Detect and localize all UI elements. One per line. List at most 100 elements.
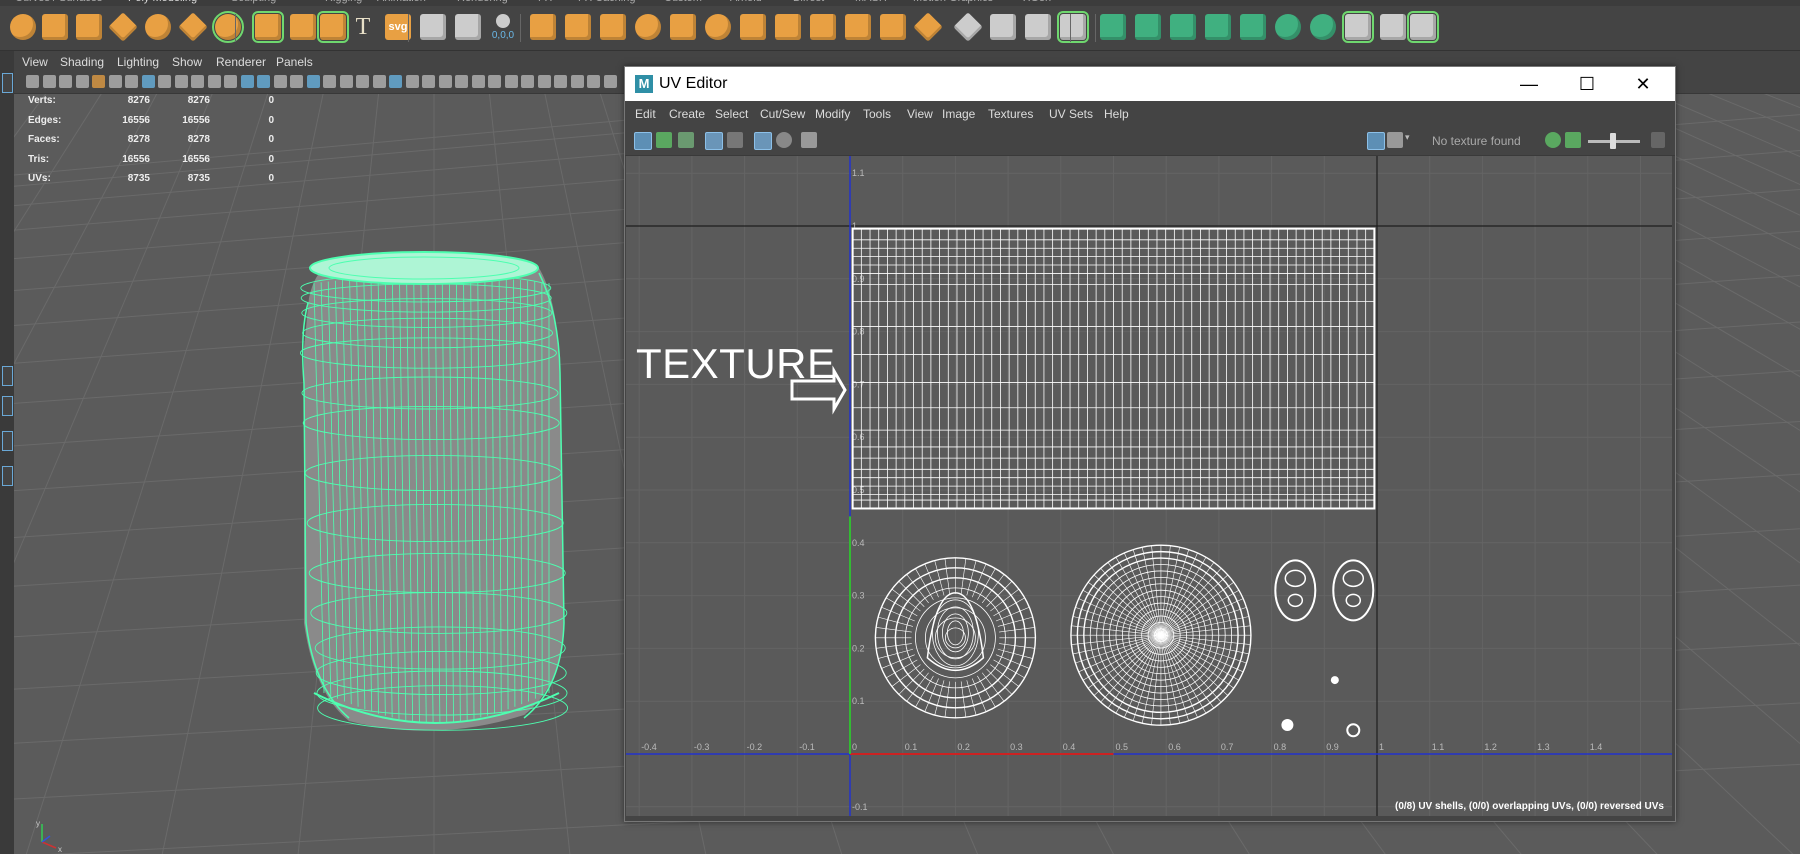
target-weld-icon[interactable] <box>1057 11 1089 43</box>
cylinder-icon[interactable] <box>76 14 102 40</box>
soft-select-icon[interactable] <box>455 14 481 40</box>
platonic-icon[interactable] <box>252 11 284 43</box>
smooth-icon[interactable] <box>635 14 661 40</box>
viewport-tool-icon[interactable] <box>356 75 369 88</box>
uv-border-icon[interactable] <box>678 132 694 148</box>
viewport-tool-icon[interactable] <box>273 75 287 88</box>
viewport-tool-icon[interactable] <box>26 75 39 88</box>
maximize-button[interactable]: ☐ <box>1559 69 1615 99</box>
layout-button-4[interactable] <box>2 466 13 486</box>
uv-shade-icon[interactable] <box>776 132 792 148</box>
auto-map-icon[interactable] <box>1310 14 1336 40</box>
viewport-menu-renderer[interactable]: Renderer <box>216 55 266 69</box>
image-display-icon[interactable] <box>1367 132 1385 150</box>
viewport-tool-icon[interactable] <box>587 75 600 88</box>
viewport-tool-icon[interactable] <box>438 75 452 88</box>
viewport-tool-icon[interactable] <box>141 75 155 88</box>
connect-icon[interactable] <box>1100 14 1126 40</box>
exposure-icon[interactable] <box>1545 132 1561 148</box>
viewport-tool-icon[interactable] <box>158 75 171 88</box>
viewport-tool-icon[interactable] <box>455 75 468 88</box>
viewport-tool-icon[interactable] <box>422 75 435 88</box>
viewport-tool-icon[interactable] <box>521 75 534 88</box>
sphere-icon[interactable] <box>10 14 36 40</box>
uv-layout[interactable]: 5-0.4-0.3-0.2-0.100.10.20.30.40.50.60.70… <box>626 156 1672 816</box>
viewport-tool-icon[interactable] <box>174 75 188 88</box>
cut-uv-icon[interactable] <box>1380 14 1406 40</box>
uv-menu-image[interactable]: Image <box>942 107 975 121</box>
uv-grid-icon[interactable] <box>705 132 723 150</box>
uv-menu-textures[interactable]: Textures <box>988 107 1033 121</box>
uv-pixel-icon[interactable] <box>754 132 772 150</box>
edge-loop-icon[interactable] <box>990 14 1016 40</box>
viewport-tool-icon[interactable] <box>257 75 270 88</box>
shelf-tab[interactable]: Bifrost <box>793 0 824 4</box>
shelf-tab[interactable]: Custom <box>664 0 702 4</box>
extract-icon[interactable] <box>600 14 626 40</box>
viewport-tool-icon[interactable] <box>471 75 485 88</box>
viewport-tool-icon[interactable] <box>339 75 353 88</box>
viewport-tool-icon[interactable] <box>504 75 518 88</box>
shelf-tab[interactable]: Sculpting <box>231 0 276 4</box>
shelf-tab[interactable]: Arnold <box>730 0 762 4</box>
uv-editor-titlebar[interactable]: M UV Editor — ☐ ✕ <box>625 67 1675 101</box>
viewport-menu-lighting[interactable]: Lighting <box>117 55 159 69</box>
uv-menu-help[interactable]: Help <box>1104 107 1129 121</box>
viewport-tool-icon[interactable] <box>92 75 105 88</box>
viewport-tool-icon[interactable] <box>290 75 303 88</box>
layout-button-1[interactable] <box>2 366 13 386</box>
combine-icon[interactable] <box>530 14 556 40</box>
soda-can-mesh[interactable] <box>299 251 569 731</box>
uv-canvas[interactable]: 5-0.4-0.3-0.2-0.100.10.20.30.40.50.60.70… <box>626 156 1672 816</box>
shelf-tab[interactable]: FX Caching <box>578 0 635 4</box>
shelf-tab[interactable]: FX <box>538 0 552 4</box>
fill-hole-icon[interactable] <box>810 14 836 40</box>
shelf-tab[interactable]: Rendering <box>457 0 508 4</box>
uv-menu-modify[interactable]: Modify <box>815 107 850 121</box>
checker-display-icon[interactable] <box>1387 132 1403 148</box>
type-icon[interactable]: T <box>350 14 376 40</box>
uv-shell-body[interactable] <box>851 227 1376 510</box>
viewport-tool-icon[interactable] <box>389 75 402 88</box>
spherical-map-icon[interactable] <box>1275 14 1301 40</box>
sweep-mesh-icon[interactable] <box>317 11 349 43</box>
image-ratio-icon[interactable] <box>1565 132 1581 148</box>
viewport-tool-icon[interactable] <box>191 75 204 88</box>
viewport-tool-icon[interactable] <box>125 75 138 88</box>
boolean-icon[interactable] <box>670 14 696 40</box>
viewport-menu-panels[interactable]: Panels <box>276 55 313 69</box>
viewport-tool-icon[interactable] <box>570 75 584 88</box>
shelf-tab[interactable]: Animation <box>377 0 426 4</box>
uv-menu-view[interactable]: View <box>907 107 933 121</box>
uv-shell-dot-c[interactable] <box>1346 723 1361 738</box>
uv-shell-pulltab-a[interactable] <box>1274 559 1317 622</box>
uv-slider-knob[interactable] <box>1610 133 1616 149</box>
super-shape-icon[interactable] <box>290 14 316 40</box>
uv-menu-select[interactable]: Select <box>715 107 748 121</box>
average-icon[interactable] <box>705 14 731 40</box>
uv-shell-dot-b[interactable] <box>1281 718 1294 731</box>
shelf-tab[interactable]: Rigging <box>325 0 362 4</box>
bridge-icon[interactable] <box>740 14 766 40</box>
cube-icon[interactable] <box>42 14 68 40</box>
shelf-tab[interactable]: Motion Graphics <box>913 0 993 4</box>
uv-menu-uv-sets[interactable]: UV Sets <box>1049 107 1093 121</box>
viewport-tool-icon[interactable] <box>372 75 386 88</box>
close-button[interactable]: ✕ <box>1615 69 1671 99</box>
minimize-button[interactable]: — <box>1501 69 1557 99</box>
torus-icon[interactable] <box>145 14 171 40</box>
uv-editor-icon[interactable] <box>1170 14 1196 40</box>
uv-shell-dot-a[interactable] <box>1330 676 1339 685</box>
cylindrical-map-icon[interactable] <box>1240 14 1266 40</box>
wedge-icon[interactable] <box>913 12 943 42</box>
viewport-tool-icon[interactable] <box>59 75 72 88</box>
shelf-tab[interactable]: Curves / Surfaces <box>15 0 102 4</box>
shelf-tab[interactable]: XGen <box>1023 0 1051 4</box>
uv-shell-pulltab-b[interactable] <box>1332 559 1375 622</box>
sew-uv-icon[interactable] <box>1407 11 1439 43</box>
checker-icon[interactable] <box>1342 11 1374 43</box>
extrude-icon[interactable] <box>845 14 871 40</box>
poke-icon[interactable] <box>953 12 983 42</box>
shelf-tab[interactable]: MASH <box>855 0 887 4</box>
viewport-tool-icon[interactable] <box>306 75 320 88</box>
